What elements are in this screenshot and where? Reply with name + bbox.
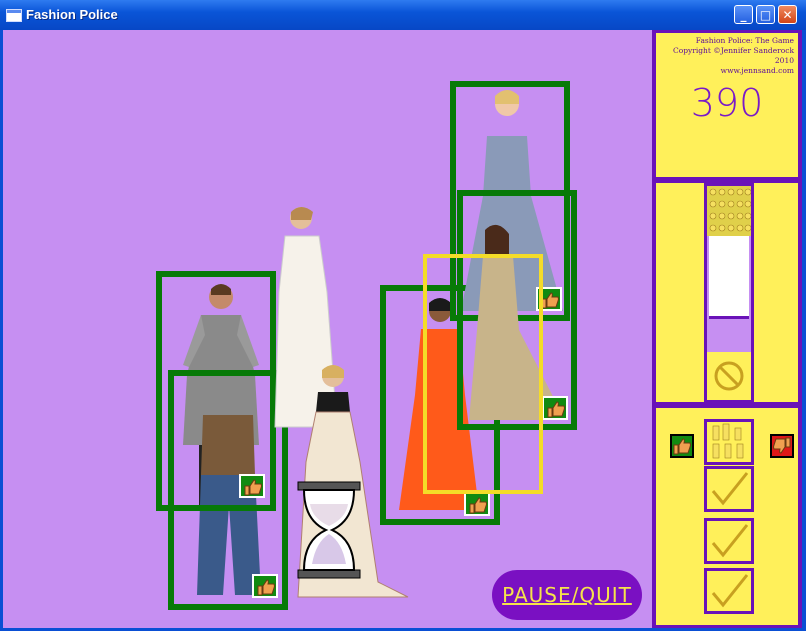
credits-url: www.jennsand.com [720,66,794,75]
credits: Fashion Police: The Game Copyright ©Jenn… [656,36,794,76]
pause-quit-button[interactable]: PAUSE/QUIT [492,570,642,620]
thumbs-down-icon[interactable] [770,434,794,458]
thumbs-up-icon[interactable] [670,434,694,458]
thumbs-up-icon[interactable] [464,492,490,516]
sidebar: Fashion Police: The Game Copyright ©Jenn… [652,30,802,628]
maximize-icon[interactable]: □ [756,5,775,24]
meter-level [709,236,749,319]
crowd-icon [712,423,744,459]
selected-frame[interactable] [423,254,543,494]
credits-title: Fashion Police: The Game [695,36,794,45]
judged-slot-1 [704,466,754,512]
thumbs-up-icon[interactable] [239,474,265,498]
close-icon[interactable]: ✕ [778,5,797,24]
thumbs-up-icon[interactable] [542,396,568,420]
judged-slot-2 [704,518,754,564]
score: 390 [690,81,764,125]
meter-panel [653,180,801,405]
judged-slot-3 [704,568,754,614]
game-area: PAUSE/QUIT Fashion Police: The Game Copy… [3,30,802,628]
checkmark-icon [711,472,749,506]
crowd-icon [707,186,751,236]
hourglass-icon [297,481,361,579]
minimize-icon[interactable]: _ [734,5,753,24]
no-entry-icon[interactable] [707,352,751,400]
score-panel: Fashion Police: The Game Copyright ©Jenn… [653,30,801,180]
game-window: Fashion Police _ □ ✕ PAUSE/QUIT Fashion … [0,0,806,631]
crowd-meter [704,183,754,403]
checkmark-icon [711,524,749,558]
checkmark-icon [711,574,749,608]
judging-panel [653,405,801,628]
credits-copyright: Copyright ©Jennifer Sanderock 2010 [672,46,794,65]
window-title: Fashion Police [26,7,118,22]
thumbs-up-icon[interactable] [252,574,278,598]
app-icon [6,9,22,22]
current-group-slot [704,419,754,465]
title-bar[interactable]: Fashion Police _ □ ✕ [0,0,806,30]
